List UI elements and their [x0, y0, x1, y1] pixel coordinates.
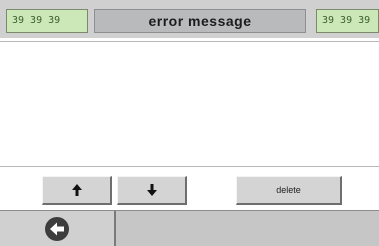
scroll-up-button[interactable]	[42, 176, 112, 205]
list-divider	[0, 166, 379, 167]
delete-button-label: delete	[276, 185, 301, 195]
title-bar: 39 39 39 error message 39 39 39	[0, 0, 379, 38]
back-arrow-circle-icon	[45, 216, 69, 241]
back-button[interactable]	[0, 211, 116, 246]
arrow-up-icon	[71, 184, 82, 196]
page-title: error message	[94, 9, 306, 33]
hmi-screen: 39 39 39 error message 39 39 39 delete	[0, 0, 379, 246]
button-row: delete	[0, 168, 379, 208]
delete-button[interactable]: delete	[236, 176, 342, 205]
time-display-left: 39 39 39	[6, 9, 88, 33]
arrow-down-icon	[146, 184, 157, 196]
scroll-down-button[interactable]	[117, 176, 187, 205]
time-display-right: 39 39 39	[316, 9, 379, 33]
bottom-bar	[0, 210, 379, 246]
error-message-list[interactable]	[0, 42, 379, 164]
